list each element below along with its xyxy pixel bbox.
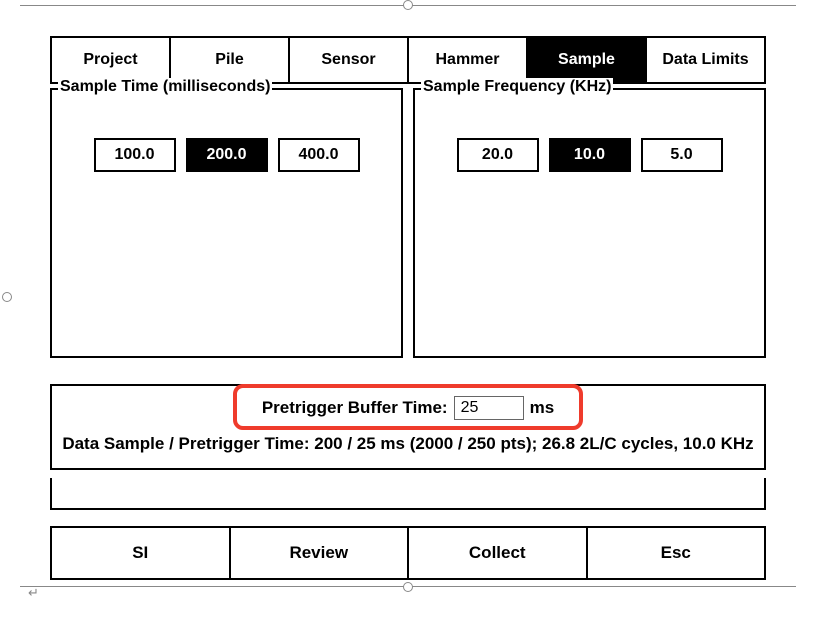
sample-time-option-100[interactable]: 100.0 <box>94 138 176 172</box>
pretrigger-input[interactable] <box>454 396 524 420</box>
tab-data-limits[interactable]: Data Limits <box>645 36 766 84</box>
resize-handle-top <box>403 0 413 10</box>
sample-time-option-200[interactable]: 200.0 <box>186 138 268 172</box>
top-tabs: Project Pile Sensor Hammer Sample Data L… <box>50 36 766 84</box>
tab-project[interactable]: Project <box>50 36 169 84</box>
pretrigger-label: Pretrigger Buffer Time: <box>262 398 448 418</box>
tab-pile[interactable]: Pile <box>169 36 288 84</box>
pretrigger-unit: ms <box>530 398 555 418</box>
sample-freq-option-5[interactable]: 5.0 <box>641 138 723 172</box>
sample-settings-panel: Project Pile Sensor Hammer Sample Data L… <box>50 36 766 580</box>
tab-hammer[interactable]: Hammer <box>407 36 526 84</box>
sample-time-label: Sample Time (milliseconds) <box>58 78 272 96</box>
paragraph-mark-icon: ↵ <box>28 585 39 601</box>
sample-freq-option-10[interactable]: 10.0 <box>549 138 631 172</box>
sample-time-group: Sample Time (milliseconds) 100.0 200.0 4… <box>50 88 403 358</box>
data-sample-summary: Data Sample / Pretrigger Time: 200 / 25 … <box>60 434 756 454</box>
bottom-button-bar: SI Review Collect Esc <box>50 526 766 580</box>
sample-freq-group: Sample Frequency (KHz) 20.0 10.0 5.0 <box>413 88 766 358</box>
esc-button[interactable]: Esc <box>586 526 767 580</box>
sample-freq-option-20[interactable]: 20.0 <box>457 138 539 172</box>
si-button[interactable]: SI <box>50 526 229 580</box>
collect-button[interactable]: Collect <box>407 526 586 580</box>
spacer-box <box>50 478 766 510</box>
tab-sample[interactable]: Sample <box>526 36 645 84</box>
sample-time-option-400[interactable]: 400.0 <box>278 138 360 172</box>
info-box: Pretrigger Buffer Time: ms Data Sample /… <box>50 384 766 470</box>
review-button[interactable]: Review <box>229 526 408 580</box>
tab-sensor[interactable]: Sensor <box>288 36 407 84</box>
resize-handle-left <box>2 292 12 302</box>
pretrigger-row: Pretrigger Buffer Time: ms <box>60 396 756 420</box>
sample-freq-label: Sample Frequency (KHz) <box>421 78 613 96</box>
resize-handle-bottom <box>403 582 413 592</box>
